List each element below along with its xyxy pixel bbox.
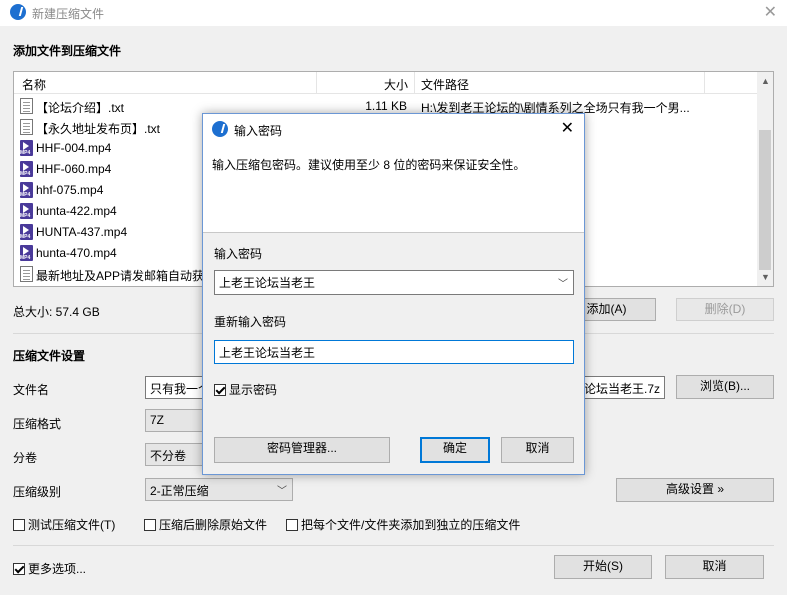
scroll-up-icon[interactable]: ▲ xyxy=(761,76,770,86)
show-password-checkbox[interactable]: 显示密码 xyxy=(214,381,277,398)
level-select[interactable]: 2-正常压缩 ﹀ xyxy=(145,478,293,501)
delete-button[interactable]: 删除(D) xyxy=(676,298,774,321)
filename-value-end: 论坛当老王.7z xyxy=(583,382,660,396)
split-value: 不分卷 xyxy=(150,449,187,463)
repeat-password-input[interactable]: 上老王论坛当老王 xyxy=(214,340,574,364)
divider xyxy=(203,232,584,233)
file-name: hunta-422.mp4 xyxy=(36,204,117,218)
file-size: 1.11 KB xyxy=(365,99,407,113)
ok-button[interactable]: 确定 xyxy=(420,437,490,463)
video-file-icon xyxy=(20,224,33,240)
password-value: 上老王论坛当老王 xyxy=(219,276,316,290)
close-icon[interactable]: ✕ xyxy=(561,118,574,138)
password-manager-button[interactable]: 密码管理器... xyxy=(214,437,390,463)
level-value: 2-正常压缩 xyxy=(150,484,209,498)
checkbox-box xyxy=(13,563,25,575)
scroll-down-icon[interactable]: ▼ xyxy=(761,272,770,282)
checkbox-box xyxy=(286,519,298,531)
add-files-heading: 添加文件到压缩文件 xyxy=(13,44,122,58)
password-label: 输入密码 xyxy=(214,247,263,261)
separate-archives-checkbox[interactable]: 把每个文件/文件夹添加到独立的压缩文件 xyxy=(286,516,520,533)
level-label: 压缩级别 xyxy=(13,485,62,499)
video-file-icon xyxy=(20,161,33,177)
checkbox-box xyxy=(13,519,25,531)
file-name: HUNTA-437.mp4 xyxy=(36,225,128,239)
split-label: 分卷 xyxy=(13,451,38,465)
password-dialog: 输入密码 ✕ 输入压缩包密码。建议使用至少 8 位的密码来保证安全性。 输入密码… xyxy=(202,113,585,475)
checkbox-box xyxy=(144,519,156,531)
file-name: 【永久地址发布页】.txt xyxy=(36,122,161,136)
scrollbar-thumb[interactable] xyxy=(759,130,771,270)
browse-button[interactable]: 浏览(B)... xyxy=(676,375,774,399)
app-logo-icon xyxy=(212,121,228,137)
file-list-header: 名称 大小 文件路径 xyxy=(14,72,759,94)
video-file-icon xyxy=(20,245,33,261)
more-options-label: 更多选项... xyxy=(28,562,87,576)
file-name: hunta-470.mp4 xyxy=(36,246,117,260)
cancel-button[interactable]: 取消 xyxy=(665,555,764,579)
column-path[interactable]: 文件路径 xyxy=(421,76,469,93)
total-size: 总大小: 57.4 GB xyxy=(13,305,100,319)
app-logo-icon xyxy=(10,4,26,20)
settings-heading: 压缩文件设置 xyxy=(13,349,86,363)
more-options-checkbox[interactable]: 更多选项... xyxy=(13,560,86,577)
chevron-down-icon[interactable]: ﹀ xyxy=(558,275,568,290)
file-name: HHF-060.mp4 xyxy=(36,162,112,176)
vertical-scrollbar[interactable]: ▲ ▼ xyxy=(757,72,773,286)
title-bar: 新建压缩文件 ✕ xyxy=(0,0,787,26)
format-value: 7Z xyxy=(150,413,165,427)
text-file-icon xyxy=(20,98,33,114)
repeat-password-value: 上老王论坛当老王 xyxy=(219,346,316,360)
repeat-password-label: 重新输入密码 xyxy=(214,315,287,329)
checkbox-box xyxy=(214,384,226,396)
dialog-hint: 输入压缩包密码。建议使用至少 8 位的密码来保证安全性。 xyxy=(212,158,526,172)
file-name: hhf-075.mp4 xyxy=(36,183,104,197)
window-title: 新建压缩文件 xyxy=(32,7,105,21)
password-input[interactable]: 上老王论坛当老王 ﹀ xyxy=(214,270,574,295)
video-file-icon xyxy=(20,182,33,198)
show-password-label: 显示密码 xyxy=(229,383,278,397)
dialog-cancel-button[interactable]: 取消 xyxy=(501,437,574,463)
start-button[interactable]: 开始(S) xyxy=(554,555,652,579)
video-file-icon xyxy=(20,140,33,156)
dialog-hint-area: 输入压缩包密码。建议使用至少 8 位的密码来保证安全性。 xyxy=(203,144,584,232)
chevron-down-icon: ﹀ xyxy=(277,486,287,497)
advanced-settings-button[interactable]: 高级设置 » xyxy=(616,478,774,502)
filename-value-start: 只有我一个 xyxy=(150,382,211,396)
column-size[interactable]: 大小 xyxy=(384,76,408,93)
file-name: HHF-004.mp4 xyxy=(36,141,112,155)
file-name: 【论坛介绍】.txt xyxy=(36,101,125,115)
test-archive-label: 测试压缩文件(T) xyxy=(28,518,116,532)
close-icon[interactable]: ✕ xyxy=(764,2,777,22)
text-file-icon xyxy=(20,266,33,282)
column-name[interactable]: 名称 xyxy=(22,76,46,93)
dialog-title: 输入密码 xyxy=(234,124,283,138)
delete-after-label: 压缩后删除原始文件 xyxy=(159,518,268,532)
format-label: 压缩格式 xyxy=(13,417,62,431)
filename-label: 文件名 xyxy=(13,383,50,397)
text-file-icon xyxy=(20,119,33,135)
test-archive-checkbox[interactable]: 测试压缩文件(T) xyxy=(13,516,115,533)
video-file-icon xyxy=(20,203,33,219)
separate-archives-label: 把每个文件/文件夹添加到独立的压缩文件 xyxy=(301,518,521,532)
delete-after-checkbox[interactable]: 压缩后删除原始文件 xyxy=(144,516,267,533)
divider xyxy=(13,545,774,546)
dialog-title-bar: 输入密码 ✕ xyxy=(203,114,584,144)
file-name: 最新地址及APP请发邮箱自动获 xyxy=(36,269,205,283)
